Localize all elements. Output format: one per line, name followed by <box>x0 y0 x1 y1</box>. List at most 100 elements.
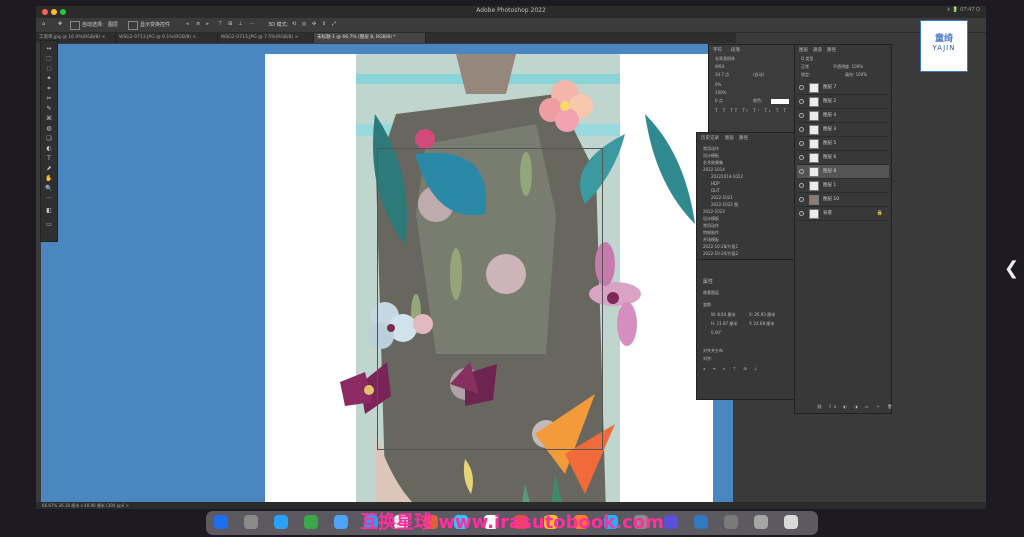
list-item[interactable]: 设计模板 <box>703 152 719 159</box>
align-buttons[interactable]: ⫷ ≡ ⫸ ⊤ ⊞ ⊥ <box>703 365 761 372</box>
tab-character[interactable]: 字符 <box>713 47 722 53</box>
align-bottom-icon[interactable]: ⊥ <box>238 21 242 27</box>
transform-bounding-box[interactable] <box>377 148 603 450</box>
auto-select-dropdown[interactable]: 图层 <box>108 21 118 28</box>
slide-3d-icon[interactable]: ⇕ <box>322 21 326 27</box>
height-field[interactable]: H: 11.87 厘米 <box>711 320 737 327</box>
tab-paths-mini[interactable]: 路径 <box>739 135 748 141</box>
x-field[interactable]: X: 26.93 厘米 <box>749 311 775 318</box>
layer-row[interactable]: 图层 6 <box>797 151 889 165</box>
auto-select-checkbox[interactable] <box>70 21 80 30</box>
align-middle-icon[interactable]: ⊞ <box>228 21 232 27</box>
align-center-icon[interactable]: ≡ <box>196 21 200 27</box>
text-style-buttons[interactable]: T T TT Tr T¹ T₁ T T <box>715 107 788 114</box>
list-item[interactable]: 2022-10-29/片段2 <box>703 250 738 257</box>
list-item[interactable]: 艺术效果集 <box>703 159 723 166</box>
lasso-tool[interactable]: ◌ <box>44 65 54 73</box>
gradient-tool[interactable]: ◐ <box>44 145 54 153</box>
move-tool[interactable]: ↔ <box>44 45 54 53</box>
eye-icon[interactable] <box>799 127 804 132</box>
eye-icon[interactable] <box>799 99 804 104</box>
tab-history[interactable]: 历史记录 <box>701 135 719 141</box>
blend-mode-dropdown[interactable]: 正常 <box>801 63 809 70</box>
eye-icon[interactable] <box>799 113 804 118</box>
scale-3d-icon[interactable]: ⤢ <box>332 21 336 27</box>
roll-3d-icon[interactable]: ◎ <box>302 21 306 27</box>
history-brush-tool[interactable]: ◍ <box>44 125 54 133</box>
opacity-field[interactable]: 不透明度: 100% <box>833 63 863 70</box>
layer-footer-buttons[interactable]: ⛓ fx ◐ ◑ ▭ ＋ 🗑 <box>817 403 895 410</box>
list-item[interactable]: 2022-1014 <box>703 166 725 173</box>
show-transform-checkbox[interactable] <box>128 21 138 30</box>
layer-row[interactable]: 图层 1 <box>797 179 889 193</box>
font-family-field[interactable]: 仓耳渔阳体 <box>715 55 735 62</box>
text-color-swatch[interactable] <box>771 99 789 104</box>
eye-icon[interactable] <box>799 183 804 188</box>
y-field[interactable]: Y: 24.68 厘米 <box>749 320 774 327</box>
more-tools-icon[interactable]: ··· <box>44 195 54 203</box>
tab-document-active[interactable]: 未标题-1 @ 66.7% (图层 8, RGB/8) * <box>314 33 426 43</box>
eye-icon[interactable] <box>799 155 804 160</box>
type-tool[interactable]: T <box>44 155 54 163</box>
marquee-tool[interactable]: ⬚ <box>44 55 54 63</box>
align-top-icon[interactable]: ⊤ <box>218 21 222 27</box>
tab-paragraph[interactable]: 段落 <box>731 47 740 53</box>
layer-row[interactable]: 图层 4 <box>797 109 889 123</box>
align-right-icon[interactable]: ⫸ <box>206 21 209 27</box>
tab-layers-mini[interactable]: 图层 <box>725 135 734 141</box>
leading-field[interactable]: (自动) <box>753 71 764 78</box>
hand-tool[interactable]: ✋ <box>44 175 54 183</box>
layer-row[interactable]: 图层 5 <box>797 137 889 151</box>
tab-paths[interactable]: 路径 <box>827 47 836 53</box>
tab-document[interactable]: WSG2-0713.JPG @ 7.5%(RGB/8) × <box>218 33 314 43</box>
eraser-tool[interactable]: ❏ <box>44 135 54 143</box>
vertical-scale-field[interactable]: 100% <box>715 89 726 96</box>
rotate-3d-icon[interactable]: ⟲ <box>292 21 296 27</box>
color-swatch-icon[interactable]: ◧ <box>44 207 54 215</box>
layer-kind-filter[interactable]: Q 类型 <box>801 55 813 62</box>
tab-layers[interactable]: 图层 <box>799 47 808 53</box>
tracking-field[interactable]: 0% <box>715 81 721 88</box>
list-item[interactable]: 20221014-1022 <box>711 173 743 180</box>
brush-tool[interactable]: ✎ <box>44 105 54 113</box>
eye-icon[interactable] <box>799 141 804 146</box>
baseline-field[interactable]: 0 点 <box>715 97 723 104</box>
tab-channels[interactable]: 通道 <box>813 47 822 53</box>
layer-row-selected[interactable]: 图层 8 <box>797 165 889 179</box>
move-tool-icon[interactable]: ✥ <box>58 21 62 27</box>
list-item[interactable]: OLIT <box>711 187 720 194</box>
list-item[interactable]: 2022-1022 图 <box>711 201 738 208</box>
list-item[interactable]: HDP <box>711 180 720 187</box>
list-item[interactable]: 特效制作 <box>703 229 719 236</box>
eye-icon[interactable] <box>799 211 804 216</box>
layer-row[interactable]: 背景 🔒 <box>797 207 889 221</box>
document-canvas[interactable] <box>265 54 713 509</box>
path-selection-tool[interactable]: ⬈ <box>44 165 54 173</box>
list-item[interactable]: 2022-1023 <box>703 208 725 215</box>
angle-field[interactable]: 0.00° <box>711 329 722 336</box>
list-item[interactable]: 设计模板 <box>703 215 719 222</box>
fill-field[interactable]: 填充: 100% <box>845 71 867 78</box>
home-icon[interactable]: ⌂ <box>42 21 45 27</box>
list-item[interactable]: 常用动作 <box>703 222 719 229</box>
zoom-tool[interactable]: 🔍 <box>44 185 54 193</box>
canvas-area[interactable] <box>41 44 733 509</box>
chevron-left-icon[interactable]: ❮ <box>1004 258 1019 279</box>
align-left-icon[interactable]: ⫷ <box>186 21 189 27</box>
layer-row[interactable]: 图层 2 <box>797 95 889 109</box>
slice-tool[interactable]: ✂ <box>44 95 54 103</box>
font-style-field[interactable]: W04 <box>715 63 724 70</box>
stamp-tool[interactable]: ⌘ <box>44 115 54 123</box>
more-options-icon[interactable]: ··· <box>250 21 255 27</box>
magic-wand-tool[interactable]: ✦ <box>44 75 54 83</box>
layer-row[interactable]: 图层 10 <box>797 193 889 207</box>
layer-row[interactable]: 图层 3 <box>797 123 889 137</box>
layer-row[interactable]: 图层 7 <box>797 81 889 95</box>
screen-mode-icon[interactable]: ▭ <box>44 221 54 229</box>
list-item[interactable]: 2022-10-28/片段1 <box>703 243 738 250</box>
list-item[interactable]: 2022-1021 <box>711 194 733 201</box>
drag-3d-icon[interactable]: ✣ <box>312 21 316 27</box>
width-field[interactable]: W: 8.64 厘米 <box>711 311 736 318</box>
eye-icon[interactable] <box>799 85 804 90</box>
tab-document[interactable]: WSG2-0713.JPG @ 9.1%(RGB/8) × <box>116 33 218 43</box>
